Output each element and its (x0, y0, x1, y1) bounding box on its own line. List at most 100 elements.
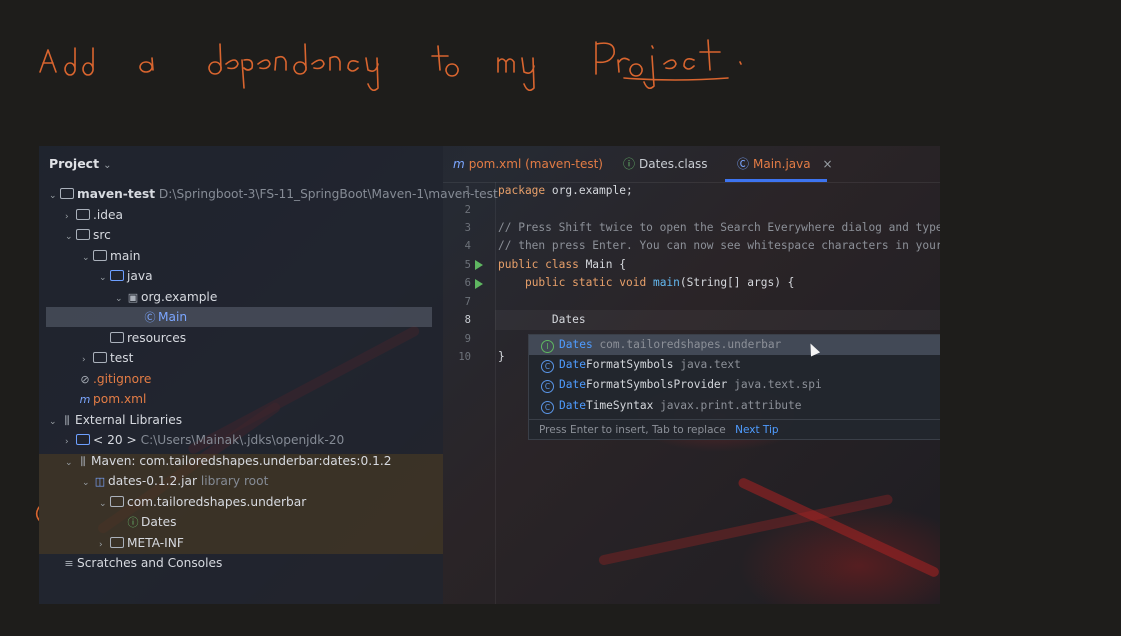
line-number: 8 (464, 314, 471, 326)
tree-item-gitignore[interactable]: ⊘ .gitignore (77, 369, 151, 389)
expand-arrow-icon[interactable]: ⌄ (82, 248, 92, 268)
package-icon: ▣ (127, 291, 139, 304)
class-icon: C (541, 360, 554, 373)
chevron-down-icon[interactable]: ⌄ (103, 160, 111, 171)
expand-arrow-icon[interactable]: ⌄ (99, 494, 109, 514)
tree-item-com-tailoredshapes-underbar[interactable]: ⌄ com.tailoredshapes.underbar (99, 492, 306, 512)
tree-item-label: com.tailoredshapes.underbar (127, 495, 307, 509)
project-panel: Project ⌄ ⌄ maven-test D:\Springboot-3\FS-… (39, 146, 498, 604)
tree-item-org-example[interactable]: ⌄ ▣ org.example (115, 287, 217, 307)
project-panel-header[interactable]: Project ⌄ (49, 156, 111, 171)
tree-item-label: .gitignore (93, 372, 152, 386)
tab-main-java[interactable]: Ⓒ Main.java × (737, 146, 833, 182)
tree-item-pom-xml[interactable]: m pom.xml (77, 389, 147, 409)
tree-item-maven-dates[interactable]: ⌄ ⫼ Maven: com.tailoredshapes.underbar:dat… (65, 451, 392, 471)
tree-item-src[interactable]: ⌄ src (65, 225, 111, 245)
expand-arrow-icon[interactable]: ⌄ (49, 412, 59, 432)
project-panel-title: Project (49, 156, 100, 171)
tree-item-label: Main (158, 310, 188, 324)
tree-item-dates[interactable]: ⓘ Dates (125, 512, 177, 532)
folder-icon (76, 229, 90, 240)
class-icon: C (541, 380, 554, 393)
tree-item-jdk[interactable]: › < 20 > C:\Users\Mainak\.jdks\openjdk-20 (65, 430, 344, 450)
tab-label: Dates.class (639, 157, 708, 171)
tree-item-meta-inf[interactable]: › META-INF (99, 533, 184, 553)
folder-icon (110, 537, 124, 548)
tree-item-label: src (93, 228, 111, 242)
collapse-arrow-icon[interactable]: › (82, 350, 92, 370)
interface-icon: ⓘ (127, 516, 139, 529)
code-line[interactable]: public class Main { (498, 258, 626, 271)
tree-item-label: META-INF (127, 536, 184, 550)
interface-icon: ⓘ (623, 157, 636, 171)
tree-item-label: External Libraries (75, 413, 183, 427)
run-class-icon[interactable] (475, 260, 483, 270)
tree-item-label: test (110, 351, 134, 365)
tree-item-label: resources (127, 331, 187, 345)
library-icon: ⫼ (80, 455, 86, 468)
code-line[interactable]: // Press Shift twice to open the Search … (498, 221, 940, 234)
line-number: 5 (464, 259, 471, 271)
tree-item-maven-test[interactable]: ⌄ maven-test D:\Springboot-3\FS-11_Spring… (49, 184, 498, 204)
class-icon: C (541, 401, 554, 414)
maven-icon: m (453, 157, 465, 171)
run-main-icon[interactable] (475, 279, 483, 289)
folder-icon (76, 209, 90, 220)
tree-item-idea[interactable]: › .idea (65, 205, 123, 225)
tree-item-label: java (127, 269, 153, 283)
editor-gutter: 1 2 3 4 5 6 7 8 9 10 (443, 182, 496, 604)
line-number: 9 (464, 333, 471, 345)
collapse-arrow-icon[interactable]: › (99, 535, 109, 555)
editor-tab-bar: m pom.xml (maven-test) ⓘ Dates.class Ⓒ Main… (443, 146, 940, 183)
source-folder-icon (110, 270, 124, 281)
code-line[interactable]: package org.example; (498, 184, 633, 197)
close-icon[interactable]: × (822, 157, 832, 171)
tab-pom-xml[interactable]: m pom.xml (maven-test) (453, 146, 603, 182)
line-number: 2 (464, 204, 471, 216)
tree-item-main[interactable]: ⌄ main (82, 246, 140, 266)
tree-item-main-class[interactable]: Ⓒ Main (46, 307, 432, 327)
tree-item-scratches[interactable]: ≡ Scratches and Consoles (61, 553, 222, 573)
completion-footer: Press Enter to insert, Tab to replace Ne… (529, 419, 940, 440)
interface-icon: I (541, 340, 554, 353)
scratches-icon: ≡ (64, 557, 74, 570)
line-number: 6 (464, 277, 471, 289)
editor-pane: m pom.xml (maven-test) ⓘ Dates.class Ⓒ Main… (443, 146, 940, 604)
tree-item-label: Scratches and Consoles (77, 556, 223, 570)
code-line-current[interactable]: Dates (498, 313, 586, 326)
line-number: 10 (458, 351, 471, 363)
tree-item-test[interactable]: › test (82, 348, 133, 368)
tree-item-resources[interactable]: resources (109, 328, 186, 348)
completion-item[interactable]: C DateFormatSymbolsProvider java.text.spi (529, 375, 940, 395)
tree-item-label: dates-0.1.2.jar (108, 474, 197, 488)
code-line[interactable]: // then press Enter. You can now see whi… (498, 239, 940, 252)
tree-item-label: main (110, 249, 141, 263)
line-number: 1 (464, 185, 471, 197)
completion-hint: Press Enter to insert, Tab to replace (539, 424, 726, 436)
tree-item-external-libraries[interactable]: ⌄ ⫼ External Libraries (49, 410, 182, 430)
expand-arrow-icon[interactable]: ⌄ (115, 289, 125, 309)
expand-arrow-icon[interactable]: ⌄ (99, 268, 109, 288)
code-line[interactable]: } (498, 350, 505, 363)
code-line[interactable]: public static void main(String[] args) { (498, 276, 794, 289)
expand-arrow-icon[interactable]: ⌄ (82, 473, 92, 493)
tab-label: Main.java (753, 157, 811, 171)
library-icon: ⫼ (64, 414, 70, 427)
completion-item[interactable]: C DateTimeSyntax javax.print.attribute (529, 396, 940, 416)
completion-item[interactable]: I Dates com.tailoredshapes.underbar (529, 335, 940, 355)
tree-item-label: maven-test (77, 187, 156, 201)
tree-item-java[interactable]: ⌄ java (99, 266, 153, 286)
line-number: 4 (464, 240, 471, 252)
folder-icon (93, 250, 107, 261)
expand-arrow-icon[interactable]: ⌄ (65, 453, 75, 473)
ide-window: Project ⌄ ⌄ maven-test D:\Springboot-3\FS-… (39, 146, 940, 604)
expand-arrow-icon[interactable]: ⌄ (49, 186, 59, 206)
completion-item[interactable]: C DateFormatSymbols java.text (529, 355, 940, 375)
collapse-arrow-icon[interactable]: › (65, 432, 75, 452)
next-tip-link[interactable]: Next Tip (735, 424, 778, 436)
folder-icon (60, 188, 74, 199)
collapse-arrow-icon[interactable]: › (65, 207, 75, 227)
tree-item-dates-jar[interactable]: ⌄ ◫ dates-0.1.2.jar library root (82, 471, 268, 491)
expand-arrow-icon[interactable]: ⌄ (65, 227, 75, 247)
tab-dates-class[interactable]: ⓘ Dates.class (623, 146, 708, 182)
